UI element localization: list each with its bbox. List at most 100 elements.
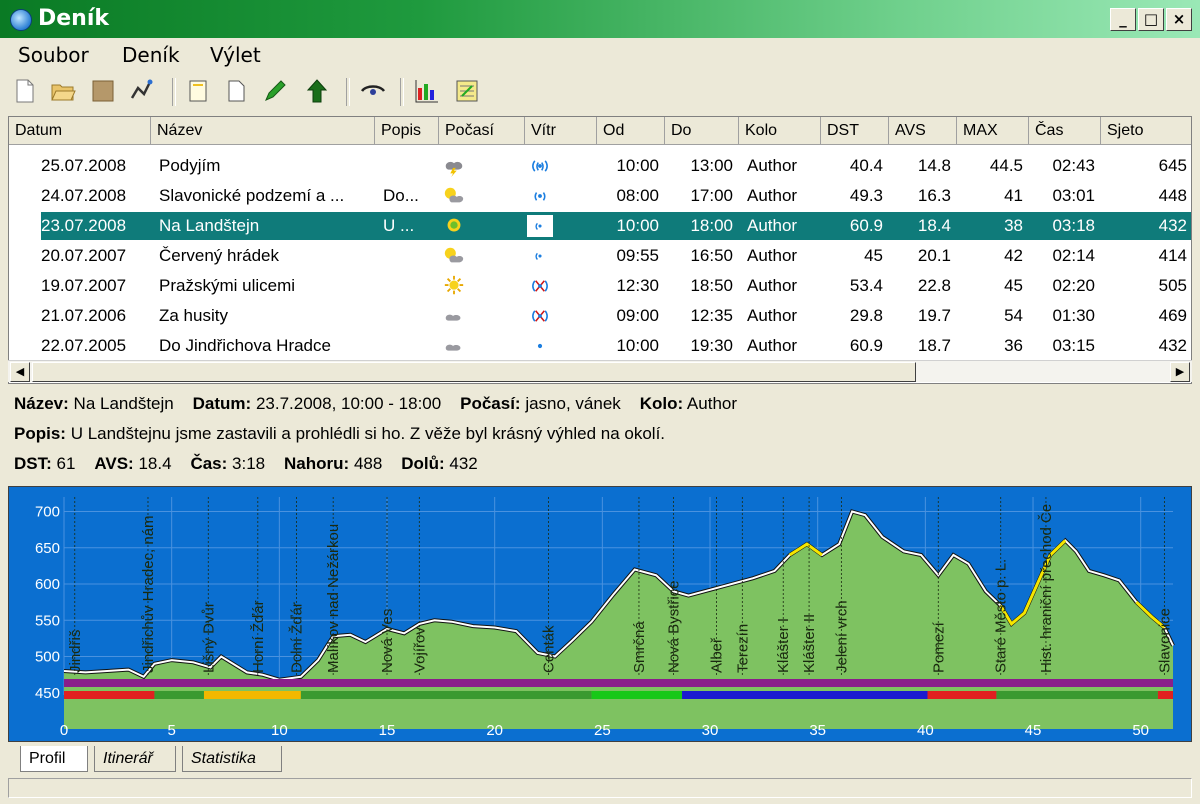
route-icon[interactable] bbox=[128, 78, 154, 104]
cell-cas: 02:14 bbox=[1052, 246, 1095, 265]
paste-icon[interactable] bbox=[224, 78, 250, 104]
cell-desc bbox=[383, 271, 439, 301]
detail-nahoru-value: 488 bbox=[353, 454, 383, 473]
eye-icon[interactable] bbox=[360, 78, 386, 104]
detail-cas-label: Čas: bbox=[190, 454, 228, 473]
column-header[interactable]: Datum bbox=[9, 117, 151, 145]
detail-dst-value: 61 bbox=[56, 454, 76, 473]
cell-do: 18:50 bbox=[690, 276, 733, 295]
scroll-thumb[interactable] bbox=[32, 362, 916, 382]
scroll-right-button[interactable]: ▶ bbox=[1170, 362, 1190, 382]
trips-table[interactable]: Datum Název Popis Počasí Vítr Od Do Kolo DST AVS M… bbox=[8, 116, 1192, 384]
tab-profil[interactable]: Profil bbox=[20, 746, 88, 772]
weather-partly-icon bbox=[444, 247, 464, 263]
horizontal-scrollbar[interactable]: ◀ ▶ bbox=[8, 360, 1192, 382]
cell-sjeto: 432 bbox=[1158, 336, 1187, 355]
cell-max: 44.5 bbox=[989, 156, 1023, 175]
place-label: Centák bbox=[541, 625, 558, 673]
column-header[interactable]: Od bbox=[597, 117, 665, 145]
column-header[interactable]: Název bbox=[151, 117, 375, 145]
table-row[interactable]: 19.07.2007 Pražskými ulicemi 12:30 18:50 Aut… bbox=[9, 271, 1191, 301]
table-row[interactable]: 24.07.2008 Slavonické podzemí a ... Do... 0… bbox=[9, 181, 1191, 211]
close-button[interactable]: × bbox=[1166, 8, 1192, 31]
copy-icon[interactable] bbox=[186, 78, 212, 104]
place-label: Jindřiš bbox=[67, 630, 84, 673]
cell-od: 09:00 bbox=[616, 306, 659, 325]
cell-avs: 18.7 bbox=[917, 336, 951, 355]
toolbar bbox=[0, 72, 1200, 112]
cell-desc bbox=[383, 241, 439, 271]
detail-weather-value: jasno, vánek bbox=[525, 394, 621, 413]
cell-avs: 14.8 bbox=[917, 156, 951, 175]
place-label: Klášter I bbox=[775, 618, 792, 673]
menu-vylet[interactable]: Výlet bbox=[210, 43, 261, 67]
maximize-button[interactable]: □ bbox=[1138, 8, 1164, 31]
table-row[interactable]: 20.07.2007 Červený hrádek 09:55 16:50 Author… bbox=[9, 241, 1191, 271]
menu-soubor[interactable]: Soubor bbox=[18, 43, 89, 67]
weather-sunny-icon bbox=[444, 275, 464, 295]
open-icon[interactable] bbox=[50, 78, 76, 104]
table-row[interactable]: 23.07.2008 Na Landštejn U ... 10:00 18:00 Aut… bbox=[9, 211, 1191, 241]
x-tick-label: 15 bbox=[379, 722, 396, 739]
detail-kolo-label: Kolo: bbox=[639, 394, 684, 413]
column-header[interactable]: Do bbox=[665, 117, 739, 145]
elevation-chart[interactable]: 700 650 600 550 500 450 0 5 10 15 20 25 30 35 40 45 50 Ji… bbox=[9, 487, 1192, 742]
cell-od: 09:55 bbox=[616, 246, 659, 265]
cell-sjeto: 645 bbox=[1158, 156, 1187, 175]
scroll-left-button[interactable]: ◀ bbox=[10, 362, 30, 382]
column-header[interactable]: Kolo bbox=[739, 117, 821, 145]
table-row[interactable]: 25.07.2008 Podyjím 10:00 13:00 Author 40.4 14.… bbox=[9, 151, 1191, 181]
column-header[interactable]: AVS bbox=[889, 117, 957, 145]
cell-avs: 20.1 bbox=[917, 246, 951, 265]
detail-nahoru-label: Nahoru: bbox=[284, 454, 350, 473]
cell-do: 13:00 bbox=[690, 156, 733, 175]
table-row[interactable]: 21.07.2006 Za husity 09:00 12:35 Author 29.8 1… bbox=[9, 301, 1191, 331]
column-header[interactable]: DST bbox=[821, 117, 889, 145]
cell-avs: 16.3 bbox=[917, 186, 951, 205]
x-tick-label: 50 bbox=[1132, 722, 1149, 739]
column-header[interactable]: Sjeto bbox=[1101, 117, 1191, 145]
detail-line-3: DST: 61 AVS: 18.4 Čas: 3:18 Nahoru: 488 … bbox=[14, 454, 478, 474]
title-bar[interactable]: Deník _ □ × bbox=[0, 0, 1200, 38]
place-label: Smrčná bbox=[631, 621, 648, 673]
column-header[interactable]: Čas bbox=[1029, 117, 1101, 145]
cell-dst: 29.8 bbox=[849, 306, 883, 325]
cell-max: 45 bbox=[1004, 276, 1023, 295]
place-label: Lišný Dvůr bbox=[200, 602, 217, 673]
save-icon[interactable] bbox=[90, 78, 116, 104]
cell-name: Pražskými ulicemi bbox=[159, 276, 296, 295]
cell-do: 18:00 bbox=[690, 216, 733, 235]
cell-name: Červený hrádek bbox=[159, 246, 280, 265]
column-header[interactable]: Vítr bbox=[525, 117, 597, 145]
y-tick-label: 450 bbox=[35, 685, 60, 702]
cell-sjeto: 432 bbox=[1158, 216, 1187, 235]
menu-denik[interactable]: Deník bbox=[122, 43, 180, 67]
tab-statistika[interactable]: Statistika bbox=[182, 746, 282, 772]
arrow-up-icon[interactable] bbox=[304, 78, 330, 104]
x-tick-label: 45 bbox=[1025, 722, 1042, 739]
y-tick-label: 700 bbox=[35, 504, 60, 521]
new-icon[interactable] bbox=[12, 78, 38, 104]
column-header[interactable]: MAX bbox=[957, 117, 1029, 145]
window-title: Deník bbox=[38, 6, 110, 31]
cell-date: 21.07.2006 bbox=[41, 306, 127, 325]
place-label: Terezín bbox=[734, 624, 751, 673]
elevation-profile[interactable]: 700 650 600 550 500 450 0 5 10 15 20 25 30 35 40 45 50 Ji… bbox=[8, 486, 1192, 742]
cell-date: 23.07.2008 bbox=[41, 216, 127, 235]
cell-sjeto: 469 bbox=[1158, 306, 1187, 325]
wind-strong-icon bbox=[532, 160, 548, 172]
cell-name: Za husity bbox=[159, 306, 228, 325]
detail-avs-value: 18.4 bbox=[138, 454, 172, 473]
cell-date: 20.07.2007 bbox=[41, 246, 127, 265]
tab-itinerar[interactable]: Itinerář bbox=[94, 746, 176, 772]
cell-dst: 49.3 bbox=[849, 186, 883, 205]
column-header[interactable]: Popis bbox=[375, 117, 439, 145]
calculator-icon[interactable] bbox=[454, 78, 480, 104]
table-row[interactable]: 22.07.2005 Do Jindřichova Hradce 10:00 19:3… bbox=[9, 331, 1191, 361]
column-header[interactable]: Počasí bbox=[439, 117, 525, 145]
place-label: Pomezí bbox=[930, 621, 947, 673]
chart-icon[interactable] bbox=[414, 78, 440, 104]
wind-cross-icon bbox=[532, 310, 548, 322]
minimize-button[interactable]: _ bbox=[1110, 8, 1136, 31]
edit-icon[interactable] bbox=[262, 78, 288, 104]
